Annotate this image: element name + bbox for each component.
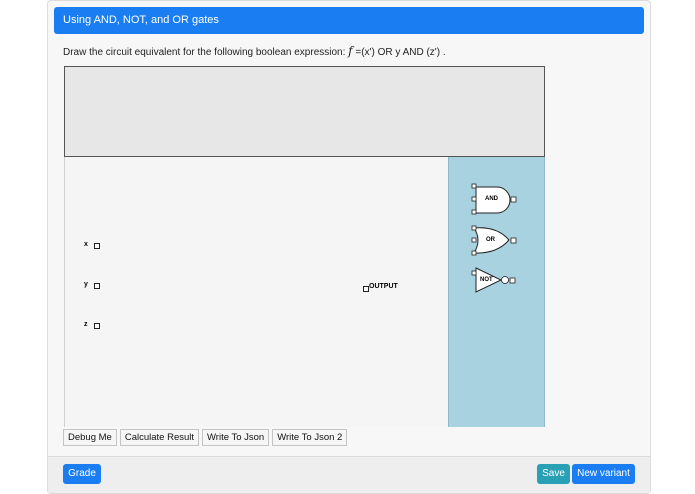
debug-me-button[interactable]: Debug Me <box>63 429 117 446</box>
question-card: Using AND, NOT, and OR gates Draw the ci… <box>47 0 651 494</box>
question-text: Draw the circuit equivalent for the foll… <box>63 44 446 58</box>
grade-button[interactable]: Grade <box>63 464 101 484</box>
question-prefix: Draw the circuit equivalent for the foll… <box>63 47 349 58</box>
write-to-json-2-button[interactable]: Write To Json 2 <box>272 429 348 446</box>
input-label-z: z <box>84 321 88 328</box>
write-to-json-button[interactable]: Write To Json <box>202 429 270 446</box>
input-label-x: x <box>84 241 88 248</box>
not-gate[interactable] <box>471 267 516 293</box>
gate-palette: AND OR NOT <box>448 157 545 427</box>
output-label: OUTPUT <box>369 283 398 290</box>
input-pin-y[interactable] <box>94 283 100 289</box>
new-variant-button[interactable]: New variant <box>572 464 635 484</box>
palette-gates <box>471 183 517 293</box>
debug-toolbar: Debug Me Calculate Result Write To Json … <box>63 429 348 446</box>
save-button[interactable]: Save <box>537 464 570 484</box>
calculate-result-button[interactable]: Calculate Result <box>119 429 200 446</box>
input-label-y: y <box>84 281 88 288</box>
card-footer: Grade Save New variant <box>48 456 650 493</box>
and-gate-label: AND <box>485 196 498 202</box>
or-gate-label: OR <box>486 237 495 243</box>
input-pin-x[interactable] <box>94 243 100 249</box>
card-header: Using AND, NOT, and OR gates <box>54 7 644 34</box>
input-pin-z[interactable] <box>94 323 100 329</box>
not-gate-label: NOT <box>480 277 493 283</box>
question-expression: =(x') OR y AND (z') . <box>352 47 446 58</box>
top-pane <box>64 66 545 157</box>
card-title: Using AND, NOT, and OR gates <box>63 14 219 26</box>
